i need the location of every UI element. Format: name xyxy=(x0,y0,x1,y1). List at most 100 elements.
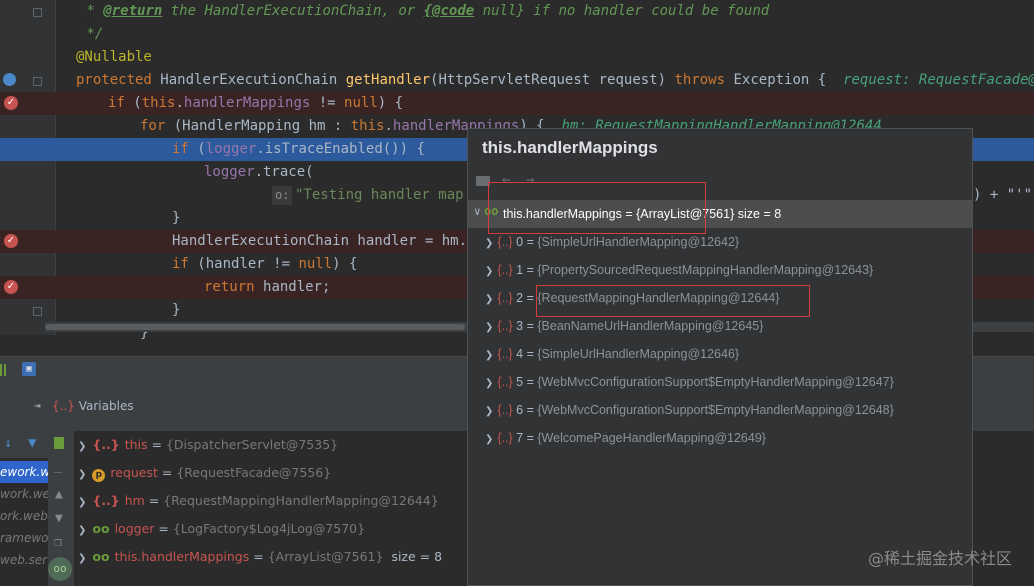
code-line[interactable]: if (this.handlerMappings != null) {✓ xyxy=(0,92,1034,115)
code-token: ( xyxy=(133,95,142,111)
code-token: protected xyxy=(76,72,161,88)
popup-item-row[interactable]: ❯ {..} 7 = {WelcomePageHandlerMapping@126… xyxy=(485,424,766,452)
code-token: the HandlerExecutionChain, or xyxy=(162,3,424,19)
popup-item-row[interactable]: ❯ {..} 4 = {SimpleUrlHandlerMapping@12646… xyxy=(485,340,739,368)
variable-row[interactable]: ❯ oo logger = {LogFactory$Log4jLog@7570} xyxy=(78,515,373,543)
code-token: throws xyxy=(674,72,734,88)
chevron-right-icon[interactable]: ❯ xyxy=(78,441,86,452)
popup-item-row[interactable]: ❯ {..} 6 = {WebMvcConfigurationSupport$Em… xyxy=(485,396,894,424)
code-token: handler; xyxy=(263,279,331,295)
object-icon: {..} xyxy=(92,493,120,508)
variable-name: this xyxy=(124,437,148,452)
watch-icon: oo xyxy=(92,549,110,564)
frame-item[interactable]: ramewor xyxy=(0,527,48,549)
variable-name: hm xyxy=(124,493,145,508)
copy-icon[interactable]: ❐ xyxy=(54,535,62,550)
code-token: .trace( xyxy=(254,164,314,180)
annotation-box-item-2 xyxy=(536,285,810,317)
variable-value: {RequestMappingHandlerMapping@12644} xyxy=(163,493,439,508)
variable-row[interactable]: ❯ {..} hm = {RequestMappingHandlerMapping@… xyxy=(78,487,447,515)
code-token: } xyxy=(172,210,181,226)
variable-value: {DispatcherServlet@7535} xyxy=(165,437,339,452)
chevron-right-icon[interactable]: ❯ xyxy=(78,497,86,508)
code-line[interactable]: protected HandlerExecutionChain getHandl… xyxy=(0,69,1034,92)
object-icon: {..} xyxy=(497,347,513,361)
item-value: {BeanNameUrlHandlerMapping@12645} xyxy=(537,319,764,333)
filter-icon[interactable]: ▼ xyxy=(28,435,36,451)
breakpoint-icon[interactable]: ✓ xyxy=(4,234,18,248)
variable-name: request xyxy=(110,465,158,480)
frame-item[interactable]: work.web xyxy=(0,483,48,505)
breakpoint-icon[interactable]: ✓ xyxy=(4,280,18,294)
code-token: @return xyxy=(103,3,163,19)
chevron-right-icon[interactable]: ❯ xyxy=(485,434,493,445)
chevron-right-icon[interactable]: ❯ xyxy=(485,238,493,249)
object-icon: {..} xyxy=(497,263,513,277)
fold-icon[interactable] xyxy=(33,307,42,316)
watermark: @稀土掘金技术社区 xyxy=(867,549,1012,568)
code-token: null xyxy=(298,256,333,272)
chevron-right-icon[interactable]: ❯ xyxy=(485,322,493,333)
variable-value: {RequestFacade@7556} xyxy=(176,465,332,480)
item-value: {WebMvcConfigurationSupport$EmptyHandler… xyxy=(537,403,894,417)
item-value: {PropertySourcedRequestMappingHandlerMap… xyxy=(537,263,874,277)
chevron-right-icon[interactable]: ❯ xyxy=(485,378,493,389)
debug-arrow-icon[interactable] xyxy=(3,73,16,86)
pause-icon[interactable] xyxy=(0,364,6,376)
arrow-down-icon[interactable]: ↓ xyxy=(4,435,12,451)
popup-item-row[interactable]: ❯ {..} 1 = {PropertySourcedRequestMapping… xyxy=(485,256,873,284)
code-token: HandlerExecutionChain xyxy=(160,72,346,88)
frame-item[interactable]: ework.we xyxy=(0,461,48,483)
code-token: (HandlerMapping hm : xyxy=(173,118,351,134)
code-token: logger xyxy=(205,141,257,157)
code-line[interactable]: * @return the HandlerExecutionChain, or … xyxy=(0,0,1034,23)
frame-item[interactable]: web.ser xyxy=(0,549,48,571)
object-icon: {..} xyxy=(497,319,513,333)
chevron-right-icon[interactable]: ❯ xyxy=(485,350,493,361)
chevron-right-icon[interactable]: ❯ xyxy=(78,553,86,564)
variable-value: {ArrayList@7561} xyxy=(267,549,384,564)
variable-row[interactable]: ❯ {..} this = {DispatcherServlet@7535} xyxy=(78,431,346,459)
variable-row[interactable]: ❯ p request = {RequestFacade@7556} xyxy=(78,459,339,487)
object-icon: {..} xyxy=(497,235,513,249)
variable-row[interactable]: ❯ oo this.handlerMappings = {ArrayList@756… xyxy=(78,543,442,571)
variables-side-toolbar: — ▲ ▼ ❐ oo xyxy=(48,431,74,586)
frame-item[interactable]: ork.web. xyxy=(0,505,48,527)
fold-icon[interactable] xyxy=(33,8,42,17)
scrollbar-thumb[interactable] xyxy=(45,324,465,330)
code-token: if xyxy=(172,256,198,272)
chevron-right-icon[interactable]: ❯ xyxy=(78,469,86,480)
variable-name: logger xyxy=(114,521,155,536)
console-icon[interactable]: ▣ xyxy=(22,362,36,376)
code-token: ) { xyxy=(332,256,358,272)
frames-list[interactable]: ework.wework.webork.web.rameworweb.ser xyxy=(0,458,48,586)
code-token: */ xyxy=(78,26,104,42)
breakpoint-icon[interactable]: ✓ xyxy=(4,96,18,110)
arrow-up-icon[interactable]: ▲ xyxy=(55,487,63,502)
bookmark-icon[interactable] xyxy=(54,437,64,449)
code-line[interactable]: */ xyxy=(0,23,1034,46)
glasses-icon[interactable]: oo xyxy=(48,557,72,581)
object-icon: {..} xyxy=(497,375,513,389)
fold-icon[interactable] xyxy=(33,77,42,86)
frames-toolbar: ↓ ▼ xyxy=(0,431,48,458)
code-line[interactable]: @Nullable xyxy=(0,46,1034,69)
param-icon: p xyxy=(92,459,106,487)
restore-layout-icon[interactable]: ⇥ xyxy=(34,399,41,412)
code-token: null} if no handler could be found xyxy=(474,3,770,19)
root-size: size = 8 xyxy=(737,207,782,221)
chevron-right-icon[interactable]: ❯ xyxy=(485,406,493,417)
popup-item-row[interactable]: ❯ {..} 5 = {WebMvcConfigurationSupport$Em… xyxy=(485,368,894,396)
chevron-right-icon[interactable]: ❯ xyxy=(485,266,493,277)
chevron-right-icon[interactable]: ❯ xyxy=(485,294,493,305)
code-token: } xyxy=(172,302,181,318)
item-value: {WebMvcConfigurationSupport$EmptyHandler… xyxy=(537,375,894,389)
chevron-right-icon[interactable]: ❯ xyxy=(78,525,86,536)
minus-icon[interactable]: — xyxy=(54,465,62,480)
chevron-down-icon[interactable]: ∨ xyxy=(474,205,481,218)
code-token: ) { xyxy=(377,95,404,111)
arrow-down-small-icon[interactable]: ▼ xyxy=(55,511,63,526)
item-value: {SimpleUrlHandlerMapping@12642} xyxy=(537,235,740,249)
param-hint: o: xyxy=(272,186,293,205)
code-token: {@code xyxy=(423,3,475,19)
